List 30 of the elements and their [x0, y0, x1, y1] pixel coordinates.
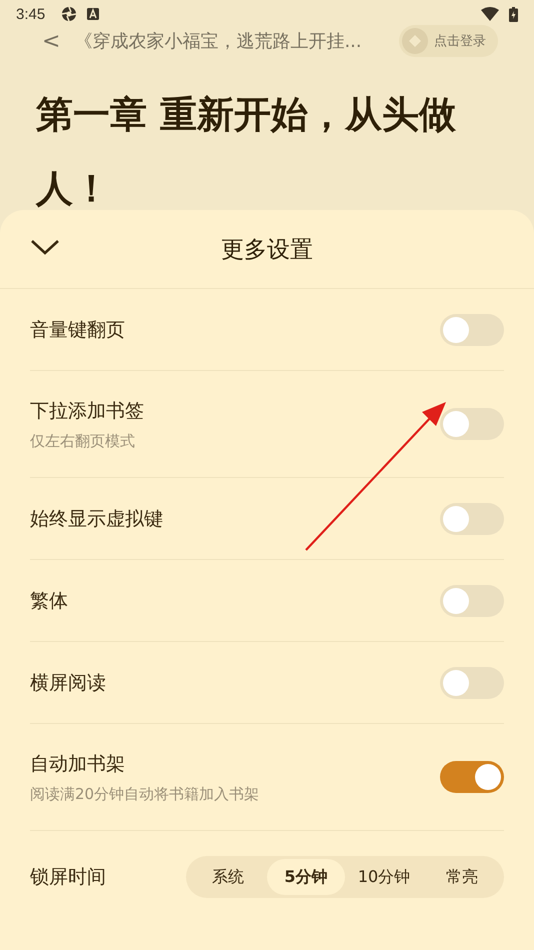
segment-option[interactable]: 10分钟	[345, 859, 423, 895]
setting-label: 自动加书架	[30, 752, 126, 776]
toggle-switch[interactable]	[440, 584, 504, 616]
setting-label: 下拉添加书签	[30, 398, 144, 424]
setting-hint: 仅左右翻页模式	[30, 432, 136, 450]
battery-icon	[509, 6, 518, 22]
chapter-title: 第一章 重新开始，从头做人！	[34, 92, 457, 212]
back-button[interactable]: <	[36, 28, 66, 54]
toggle-switch[interactable]	[440, 666, 504, 698]
toggle-switch[interactable]	[440, 761, 504, 793]
setting-label: 锁屏时间	[30, 865, 106, 890]
aperture-icon	[61, 6, 78, 22]
chevron-down-icon	[30, 238, 60, 256]
setting-label: 繁体	[30, 588, 68, 614]
status-time: 3:45	[16, 6, 46, 22]
book-title: 《穿成农家小福宝，逃荒路上开挂...	[74, 30, 363, 53]
segment-option[interactable]: 5分钟	[267, 859, 345, 895]
toggle-switch[interactable]	[440, 408, 504, 440]
sheet-title: 更多设置	[221, 236, 313, 264]
notification-icon	[87, 8, 100, 20]
toggle-switch[interactable]	[440, 314, 504, 346]
setting-label: 始终显示虚拟键	[30, 506, 163, 532]
setting-label: 音量键翻页	[30, 318, 125, 342]
segment-option[interactable]: 常亮	[423, 859, 501, 895]
setting-hint: 阅读满20分钟自动将书籍加入书架	[30, 784, 260, 804]
toggle-switch[interactable]	[440, 502, 504, 534]
wifi-icon	[481, 7, 499, 21]
segment-option[interactable]: 系统	[189, 859, 267, 895]
setting-label: 横屏阅读	[30, 670, 106, 696]
login-button[interactable]: 点击登录	[399, 25, 498, 57]
